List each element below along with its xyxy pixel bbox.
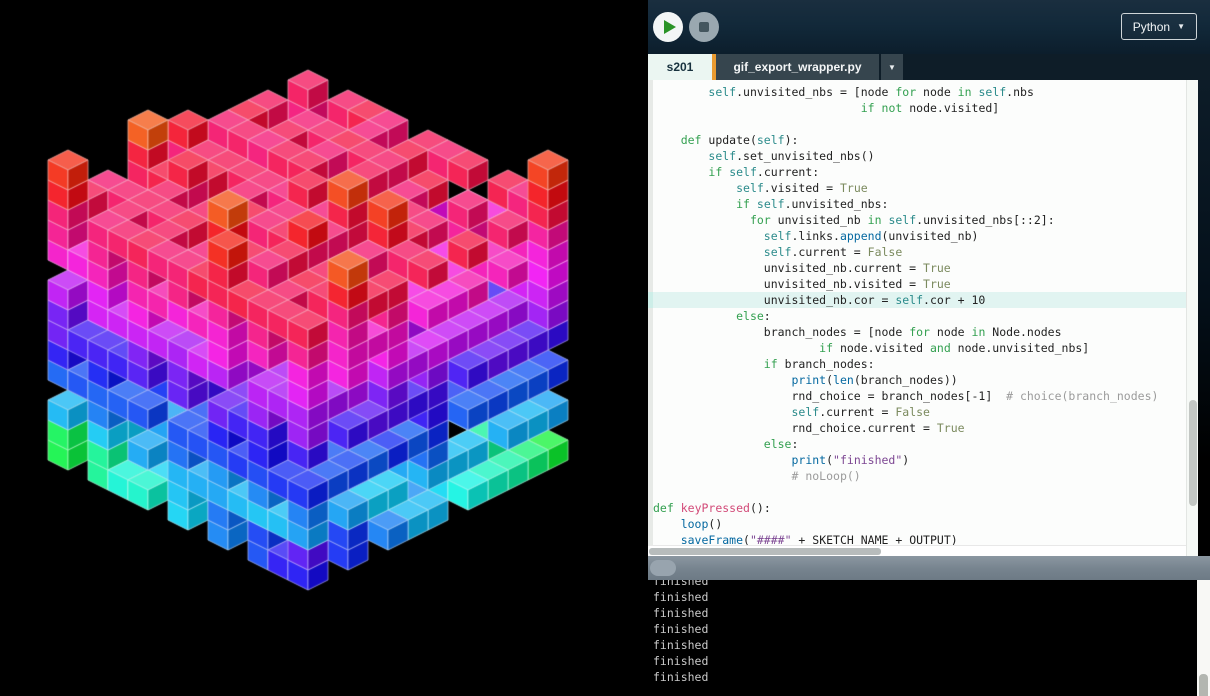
chevron-down-icon: ▼: [888, 63, 896, 72]
stop-icon: [699, 22, 709, 32]
code-line: rnd_choice = branch_nodes[-1] # choice(b…: [653, 388, 1186, 404]
console-line: finished: [653, 621, 708, 637]
code-line: for unvisited_nb in self.unvisited_nbs[:…: [653, 212, 1186, 228]
tab-label: s201: [667, 60, 694, 74]
console-line: finished: [653, 637, 708, 653]
code-line: branch_nodes = [node for node in Node.no…: [653, 324, 1186, 340]
tab-label: gif_export_wrapper.py: [733, 60, 861, 74]
stop-button[interactable]: [689, 12, 719, 42]
code-line: if branch_nodes:: [653, 356, 1186, 372]
console-scrollbar[interactable]: [1197, 580, 1210, 696]
console-text: finishedfinishedfinishedfinishedfinished…: [653, 573, 708, 685]
code-line: else:: [653, 436, 1186, 452]
code-line: unvisited_nb.visited = True: [653, 276, 1186, 292]
mode-selector[interactable]: Python ▼: [1121, 13, 1197, 40]
code-text: self.unvisited_nbs = [node for node in s…: [653, 84, 1186, 548]
code-line: if not node.visited]: [653, 100, 1186, 116]
code-line: if self.unvisited_nbs:: [653, 196, 1186, 212]
code-line: self.visited = True: [653, 180, 1186, 196]
run-button[interactable]: [653, 12, 683, 42]
code-line: self.links.append(unvisited_nb): [653, 228, 1186, 244]
toolbar: Python ▼: [648, 0, 1210, 54]
processing-ide-window: Python ▼ s201 gif_export_wrapper.py ▼ se…: [0, 0, 1210, 696]
console-line: finished: [653, 653, 708, 669]
play-icon: [664, 20, 676, 34]
code-line: print("finished"): [653, 452, 1186, 468]
console-line: finished: [653, 589, 708, 605]
code-editor[interactable]: self.unvisited_nbs = [node for node in s…: [648, 80, 1210, 556]
code-line: # noLoop(): [653, 468, 1186, 484]
mode-label: Python: [1133, 20, 1170, 34]
tab-menu-button[interactable]: ▼: [881, 54, 903, 80]
code-line: rnd_choice.current = True: [653, 420, 1186, 436]
chevron-down-icon: ▼: [1177, 23, 1185, 31]
code-line: def update(self):: [653, 132, 1186, 148]
sketch-3d-voxel-maze[interactable]: [0, 0, 648, 696]
code-line: loop(): [653, 516, 1186, 532]
console-line: finished: [653, 669, 708, 685]
splitter-handle-icon: [650, 560, 676, 576]
code-line: def keyPressed():: [653, 500, 1186, 516]
code-line: unvisited_nb.current = True: [653, 260, 1186, 276]
code-line: unvisited_nb.cor = self.cor + 10: [653, 292, 1186, 308]
sketch-output-window[interactable]: [0, 0, 648, 696]
code-line: else:: [653, 308, 1186, 324]
code-line: if self.current:: [653, 164, 1186, 180]
code-line: print(len(branch_nodes)): [653, 372, 1186, 388]
code-line: if node.visited and node.unvisited_nbs]: [653, 340, 1186, 356]
editor-horizontal-scrollbar-thumb[interactable]: [649, 548, 881, 555]
tab-bar: s201 gif_export_wrapper.py ▼: [648, 54, 1210, 80]
editor-vertical-scrollbar[interactable]: [1186, 80, 1198, 556]
tab-gif-export-wrapper[interactable]: gif_export_wrapper.py: [716, 54, 879, 80]
code-line: self.current = False: [653, 244, 1186, 260]
code-line: self.unvisited_nbs = [node for node in s…: [653, 84, 1186, 100]
ide-panel: Python ▼ s201 gif_export_wrapper.py ▼ se…: [648, 0, 1210, 696]
editor-horizontal-scrollbar[interactable]: [648, 545, 1186, 556]
editor-console-splitter[interactable]: [648, 556, 1210, 580]
editor-vertical-scrollbar-thumb[interactable]: [1189, 400, 1197, 506]
tab-s201[interactable]: s201: [648, 54, 712, 80]
window-edge-strip: [1198, 80, 1210, 556]
code-line: self.current = False: [653, 404, 1186, 420]
code-line: [653, 484, 1186, 500]
code-line: self.set_unvisited_nbs(): [653, 148, 1186, 164]
console-scrollbar-thumb[interactable]: [1199, 674, 1208, 696]
code-line: [653, 116, 1186, 132]
console-line: finished: [653, 605, 708, 621]
